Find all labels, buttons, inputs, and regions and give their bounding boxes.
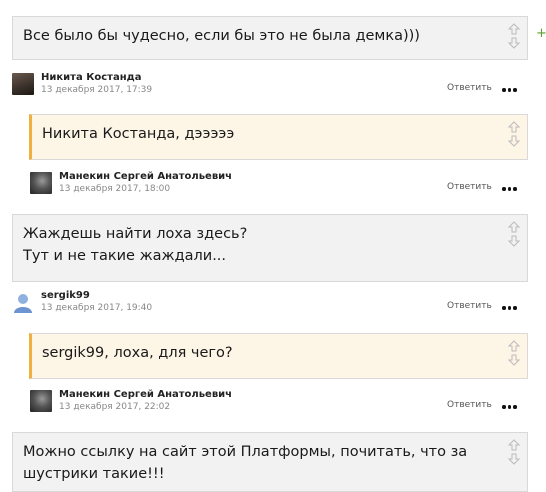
thumb-down-icon[interactable]: [508, 135, 520, 147]
more-dots-icon[interactable]: [502, 185, 518, 193]
comment-text: Никита Костанда, дэээээ: [42, 126, 235, 142]
reply-bubble: Никита Костанда, дэээээ: [29, 114, 528, 160]
thumb-up-icon[interactable]: [508, 23, 520, 35]
thumb-up-icon[interactable]: [508, 121, 520, 133]
comment-text: Все было бы чудесно, если бы это не была…: [23, 28, 420, 44]
thumb-up-icon[interactable]: [508, 439, 520, 451]
vote-controls: [507, 121, 521, 147]
add-icon[interactable]: +: [536, 26, 546, 41]
thumb-down-icon[interactable]: [508, 354, 520, 366]
comment-text-line2: шустрики такие!!!: [23, 466, 165, 482]
comment-date: 13 декабря 2017, 17:39: [41, 85, 153, 95]
avatar[interactable]: [30, 390, 52, 412]
avatar[interactable]: [12, 73, 34, 95]
author-name[interactable]: Манекин Сергей Анатольевич: [59, 389, 232, 400]
reply-bubble: sergik99, лоха, для чего?: [29, 333, 528, 379]
comment-date: 13 декабря 2017, 19:40: [41, 303, 153, 313]
reply-link[interactable]: Ответить: [447, 400, 492, 410]
more-dots-icon[interactable]: [502, 304, 518, 312]
comment-bubble: Все было бы чудесно, если бы это не была…: [12, 16, 528, 60]
author-name[interactable]: Манекин Сергей Анатольевич: [59, 171, 232, 182]
reply-link[interactable]: Ответить: [447, 83, 492, 93]
vote-controls: [507, 221, 521, 247]
comment-bubble: Жаждешь найти лоха здесь? Тут и не такие…: [12, 214, 528, 282]
thumb-up-icon[interactable]: [508, 340, 520, 352]
comment-meta: Манекин Сергей Анатольевич 13 декабря 20…: [30, 171, 528, 208]
thumb-up-icon[interactable]: [508, 221, 520, 233]
reply-link[interactable]: Ответить: [447, 182, 492, 192]
comment-text-line1: Жаждешь найти лоха здесь?: [23, 226, 248, 242]
comment-bubble: Можно ссылку на сайт этой Платформы, поч…: [12, 432, 528, 492]
avatar[interactable]: [30, 172, 52, 194]
thumb-down-icon[interactable]: [508, 37, 520, 49]
vote-controls: [507, 439, 521, 465]
author-name[interactable]: Никита Костанда: [41, 72, 141, 83]
thumb-down-icon[interactable]: [508, 235, 520, 247]
comment-meta: Никита Костанда 13 декабря 2017, 17:39 О…: [12, 72, 528, 109]
more-dots-icon[interactable]: [502, 403, 518, 411]
author-name[interactable]: sergik99: [41, 290, 90, 301]
comment-meta: sergik99 13 декабря 2017, 19:40 Ответить: [12, 290, 528, 327]
more-dots-icon[interactable]: [502, 86, 518, 94]
thumb-down-icon[interactable]: [508, 453, 520, 465]
comment-date: 13 декабря 2017, 18:00: [59, 184, 171, 194]
comment-text-line1: Можно ссылку на сайт этой Платформы, поч…: [23, 444, 468, 460]
comment-date: 13 декабря 2017, 22:02: [59, 402, 171, 412]
comment-text-line2: Тут и не такие жаждали...: [23, 248, 227, 264]
vote-controls: [507, 23, 521, 49]
avatar[interactable]: [12, 291, 34, 313]
reply-link[interactable]: Ответить: [447, 301, 492, 311]
comment-meta: Манекин Сергей Анатольевич 13 декабря 20…: [30, 389, 528, 426]
comment-text: sergik99, лоха, для чего?: [42, 345, 233, 361]
vote-controls: [507, 340, 521, 366]
